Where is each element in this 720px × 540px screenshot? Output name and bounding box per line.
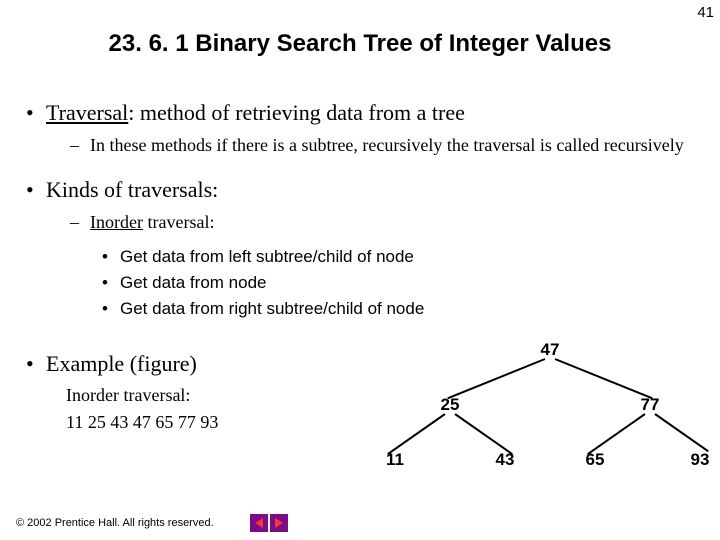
next-button[interactable] <box>270 514 288 532</box>
bullet-traversal: Traversal: method of retrieving data fro… <box>20 100 700 126</box>
bullet-sub1: In these methods if there is a subtree, … <box>20 134 700 157</box>
footer: © 2002 Prentice Hall. All rights reserve… <box>16 514 288 532</box>
tree-edge <box>587 413 645 455</box>
step-1: Get data from left subtree/child of node <box>20 247 700 267</box>
tree-edge <box>387 413 445 455</box>
tree-node-43: 43 <box>490 450 520 470</box>
prev-button[interactable] <box>250 514 268 532</box>
step-2: Get data from node <box>20 273 700 293</box>
tree-node-93: 93 <box>685 450 715 470</box>
copyright-text: © 2002 Prentice Hall. All rights reserve… <box>16 517 214 529</box>
tree-diagram: 47 25 77 11 43 65 93 <box>380 340 710 510</box>
tree-edge <box>447 358 545 399</box>
bullet-kinds: Kinds of traversals: <box>20 177 700 203</box>
arrow-right-icon <box>275 518 283 528</box>
tree-edge <box>654 413 708 452</box>
step-3: Get data from right subtree/child of nod… <box>20 299 700 319</box>
page-number: 41 <box>697 4 714 21</box>
term-inorder: Inorder <box>90 212 143 232</box>
traversal-text: : method of retrieving data from a tree <box>128 100 465 125</box>
term-traversal: Traversal <box>46 100 128 125</box>
tree-node-65: 65 <box>580 450 610 470</box>
tree-node-11: 11 <box>380 450 410 470</box>
nav-arrows <box>250 514 288 532</box>
inorder-text: traversal: <box>143 212 214 232</box>
slide-title: 23. 6. 1 Binary Search Tree of Integer V… <box>0 30 720 58</box>
tree-edge <box>555 358 653 399</box>
arrow-left-icon <box>255 518 263 528</box>
bullet-inorder: Inorder traversal: <box>20 211 700 234</box>
tree-node-47: 47 <box>535 340 565 360</box>
tree-edge <box>454 413 512 455</box>
